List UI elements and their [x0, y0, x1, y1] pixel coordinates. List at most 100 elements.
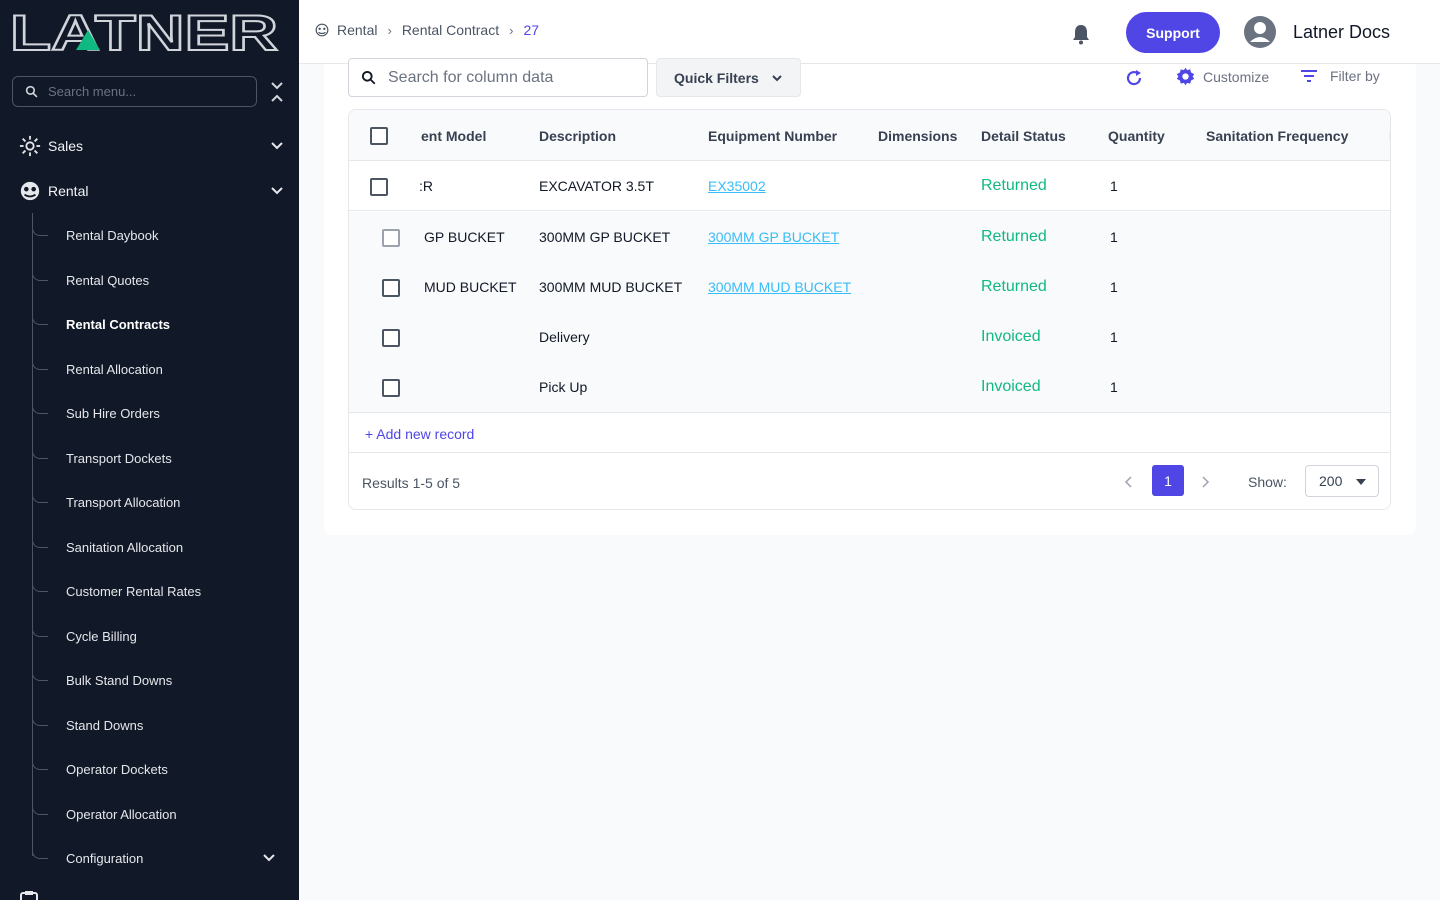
sidebar-item-operator-dockets[interactable]: Operator Dockets — [32, 754, 299, 784]
sidebar-item-stand-downs[interactable]: Stand Downs — [32, 710, 299, 740]
sidebar-item-rental[interactable]: Rental — [0, 171, 299, 211]
column-header-dimensions[interactable]: Dimensions — [878, 128, 957, 144]
sidebar-item-rental-daybook[interactable]: Rental Daybook — [32, 220, 299, 250]
tree-branch — [32, 406, 48, 414]
status-badge: Invoiced — [981, 378, 1041, 395]
equipment-number-link[interactable]: EX35002 — [708, 178, 766, 194]
sidebar-item-configuration[interactable]: Configuration — [32, 843, 299, 873]
chevron-down-icon — [271, 142, 283, 150]
table-row[interactable]: :R EXCAVATOR 3.5T EX35002 Returned 1 — [349, 161, 1390, 211]
table-row[interactable]: Pick Up Invoiced 1 — [349, 362, 1390, 412]
column-search[interactable] — [348, 58, 648, 97]
search-icon — [25, 85, 38, 98]
equipment-number-link[interactable]: 300MM GP BUCKET — [708, 229, 839, 245]
column-header-detail-status[interactable]: Detail Status — [981, 128, 1066, 144]
sidebar-item-rental-contracts[interactable]: Rental Contracts — [32, 309, 299, 339]
sidebar-item-operator-allocation[interactable]: Operator Allocation — [32, 799, 299, 829]
table-row[interactable]: MUD BUCKET 300MM MUD BUCKET 300MM MUD BU… — [349, 262, 1390, 312]
model-cell-clip: MUD BUCKET — [424, 262, 544, 312]
table-row[interactable]: GP BUCKET 300MM GP BUCKET 300MM GP BUCKE… — [349, 212, 1390, 262]
column-header-description[interactable]: Description — [539, 128, 616, 144]
column-header-equipment-number[interactable]: Equipment Number — [708, 128, 837, 144]
sidebar-item-transport-allocation[interactable]: Transport Allocation — [32, 487, 299, 517]
menu-search[interactable] — [12, 76, 257, 107]
cell-quantity: 1 — [1110, 279, 1118, 295]
sidebar-item-transport-dockets[interactable]: Transport Dockets — [32, 443, 299, 473]
sidebar-item-bulk-stand-downs[interactable]: Bulk Stand Downs — [32, 665, 299, 695]
breadcrumb-rental-contract[interactable]: Rental Contract — [402, 22, 499, 38]
sidebar-item-sales[interactable]: Sales — [0, 126, 299, 166]
row-checkbox[interactable] — [382, 229, 400, 247]
tree-branch — [32, 718, 48, 726]
pagination: Results 1-5 of 5 1 Show: 200 — [349, 453, 1390, 509]
chevron-left-icon[interactable] — [1123, 475, 1135, 489]
page-size-value: 200 — [1319, 473, 1343, 489]
row-checkbox[interactable] — [370, 178, 388, 196]
sidebar-item-rental-allocation[interactable]: Rental Allocation — [32, 354, 299, 384]
top-header: Rental › Rental Contract › 27 Support La… — [299, 0, 1440, 64]
sidebar-item-label: Cycle Billing — [66, 628, 137, 644]
column-header-model[interactable]: ent Model — [421, 128, 486, 144]
breadcrumb: Rental › Rental Contract › 27 — [315, 22, 539, 38]
tree-branch — [32, 273, 48, 281]
cell-quantity: 1 — [1110, 329, 1118, 345]
user-name[interactable]: Latner Docs — [1293, 22, 1390, 43]
svg-text:LATNER: LATNER — [10, 10, 278, 54]
chevron-down-icon — [271, 187, 283, 195]
column-header-quantity[interactable]: Quantity — [1108, 128, 1165, 144]
status-badge: Returned — [981, 228, 1047, 245]
customize-button[interactable]: Customize — [1176, 67, 1269, 86]
chevron-right-icon[interactable] — [1199, 475, 1211, 489]
sidebar-item-label: Configuration — [66, 850, 144, 866]
user-avatar-icon[interactable] — [1244, 16, 1276, 48]
tree-branch — [32, 762, 48, 770]
page-button-current[interactable]: 1 — [1152, 465, 1184, 496]
column-header-truncated[interactable]: I — [1389, 128, 1390, 144]
column-search-input[interactable] — [388, 68, 628, 87]
sidebar-item-sub-hire-orders[interactable]: Sub Hire Orders — [32, 398, 299, 428]
cell-quantity: 1 — [1110, 178, 1118, 194]
cell-quantity: 1 — [1110, 379, 1118, 395]
chevron-right-icon: › — [509, 22, 514, 38]
cell-description: EXCAVATOR 3.5T — [539, 178, 654, 194]
table-row[interactable]: Delivery Invoiced 1 — [349, 312, 1390, 362]
rental-icon — [20, 181, 40, 201]
select-all-checkbox[interactable] — [370, 127, 388, 145]
latner-logo[interactable]: LATNER — [10, 10, 280, 54]
tree-branch — [32, 629, 48, 637]
tree-branch — [32, 317, 48, 325]
add-new-record-link[interactable]: + Add new record — [365, 426, 474, 442]
table-header: ent Model Description Equipment Number D… — [349, 110, 1390, 161]
quick-filters-button[interactable]: Quick Filters — [656, 58, 801, 97]
filter-by-button[interactable]: Filter by — [1300, 67, 1380, 85]
chevron-down-icon — [263, 854, 275, 862]
page-size-select[interactable]: 200 — [1305, 465, 1379, 497]
bell-icon[interactable] — [1071, 23, 1091, 45]
search-icon — [361, 70, 376, 85]
sidebar-item-label: Sub Hire Orders — [66, 405, 160, 421]
sidebar: LATNER Sales Rental Rental Daybook Renta… — [0, 0, 299, 900]
tree-branch — [32, 362, 48, 370]
tree-branch — [32, 807, 48, 815]
equipment-icon — [20, 891, 38, 900]
sidebar-item-label: Rental Quotes — [66, 272, 150, 288]
breadcrumb-rental[interactable]: Rental — [337, 22, 377, 38]
row-checkbox[interactable] — [382, 379, 400, 397]
row-checkbox[interactable] — [382, 329, 400, 347]
sidebar-item-label: Operator Allocation — [66, 806, 177, 822]
collapse-sidebar-icon[interactable] — [268, 80, 286, 104]
row-checkbox[interactable] — [382, 279, 400, 297]
sidebar-item-sanitation-allocation[interactable]: Sanitation Allocation — [32, 532, 299, 562]
refresh-icon[interactable] — [1124, 68, 1144, 88]
equipment-number-link[interactable]: 300MM MUD BUCKET — [708, 279, 851, 295]
cell-quantity: 1 — [1110, 229, 1118, 245]
sidebar-item-label: Rental Daybook — [66, 227, 159, 243]
sidebar-item-cycle-billing[interactable]: Cycle Billing — [32, 621, 299, 651]
menu-search-input[interactable] — [48, 84, 238, 99]
sidebar-item-rental-quotes[interactable]: Rental Quotes — [32, 265, 299, 295]
sidebar-item-customer-rental-rates[interactable]: Customer Rental Rates — [32, 576, 299, 606]
filter-by-label: Filter by — [1330, 68, 1380, 84]
tree-branch — [32, 851, 48, 859]
support-button[interactable]: Support — [1126, 12, 1220, 53]
column-header-sanitation-frequency[interactable]: Sanitation Frequency — [1206, 128, 1348, 144]
